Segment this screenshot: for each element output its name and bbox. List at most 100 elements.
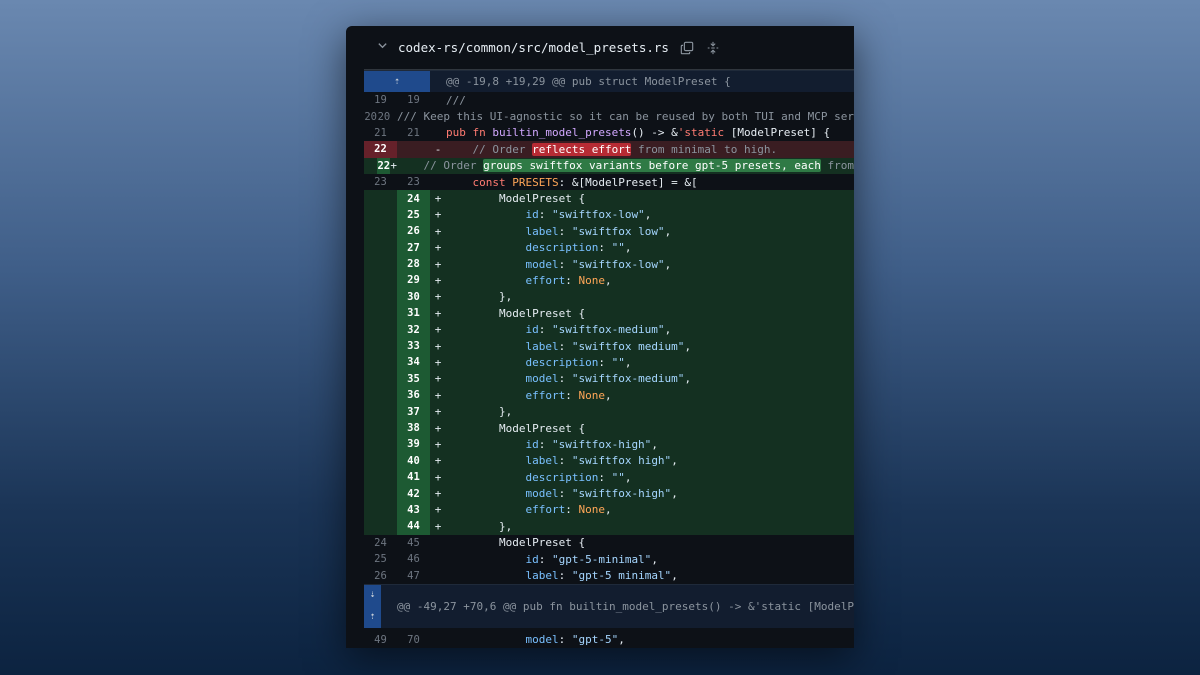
old-line-number[interactable] (364, 452, 397, 469)
expand-down-button[interactable]: ⇣ (364, 585, 381, 607)
code-token: , (624, 355, 632, 369)
new-line-number[interactable]: 36 (397, 387, 430, 404)
old-line-number[interactable] (364, 239, 397, 256)
old-line-number[interactable] (364, 206, 397, 224)
old-line-number[interactable]: 49 (364, 632, 397, 648)
new-line-number[interactable]: 37 (397, 403, 430, 420)
code-token: : (598, 355, 612, 369)
old-line-number[interactable] (364, 468, 397, 486)
diff-line: 22 - // Order reflects effort from minima… (364, 141, 854, 158)
code-token: : (538, 552, 552, 566)
code-token: label (446, 339, 559, 353)
code-token: "swiftfox-medium" (551, 323, 665, 337)
new-line-number[interactable]: 22 (377, 157, 391, 174)
code-text: ModelPreset { (446, 192, 585, 205)
code-token: "gpt-5 minimal" (571, 569, 672, 583)
new-line-number[interactable]: 47 (397, 567, 430, 583)
old-line-number[interactable] (364, 485, 397, 502)
new-line-number[interactable]: 24 (397, 190, 430, 207)
code-token: , (671, 454, 678, 468)
new-line-number[interactable]: 44 (397, 518, 430, 535)
code-text: ModelPreset { (446, 422, 585, 435)
old-line-number[interactable]: 22 (364, 141, 397, 158)
new-line-number[interactable]: 46 (397, 551, 430, 567)
new-line-number[interactable]: 26 (397, 223, 430, 240)
new-line-number[interactable]: 27 (397, 239, 430, 256)
new-line-number[interactable]: 23 (397, 174, 430, 190)
old-line-number[interactable]: 19 (364, 92, 397, 108)
diff-sign: + (434, 290, 442, 304)
new-line-number[interactable]: 33 (397, 337, 430, 355)
code-text: id: "swiftfox-low", (446, 208, 651, 221)
old-line-number[interactable] (364, 387, 397, 404)
new-line-number[interactable]: 31 (397, 305, 430, 322)
diff-line: 21 21 pub fn builtin_model_presets() -> &'… (364, 125, 854, 141)
old-line-number[interactable] (364, 255, 397, 273)
code-token: effort (446, 388, 566, 402)
old-line-number[interactable]: 26 (364, 567, 397, 583)
code-token: /// (446, 93, 466, 107)
new-line-number[interactable]: 28 (397, 255, 430, 273)
old-line-number[interactable] (364, 354, 397, 371)
new-line-number[interactable]: 41 (397, 468, 430, 486)
old-line-number[interactable]: 21 (364, 125, 397, 141)
diff-line: 19 19 /// (364, 92, 854, 108)
old-line-number[interactable]: 24 (364, 535, 397, 551)
old-line-number[interactable]: 23 (364, 174, 397, 190)
new-line-number[interactable]: 43 (397, 501, 430, 519)
code-token: from (820, 159, 854, 173)
code-token: : (538, 208, 552, 222)
old-line-number[interactable]: 20 (364, 108, 377, 124)
old-line-number[interactable]: 25 (364, 551, 397, 567)
old-line-number[interactable] (364, 370, 397, 388)
expand-up-button[interactable]: ⇡ (364, 71, 430, 92)
diff-sign: + (434, 323, 442, 337)
old-line-number[interactable] (364, 288, 397, 306)
unfold-icon[interactable] (705, 40, 721, 56)
new-line-number[interactable]: 30 (397, 288, 430, 306)
code-token: "swiftfox-low" (571, 257, 665, 271)
code-token: label (446, 224, 559, 238)
old-line-number[interactable] (364, 419, 397, 437)
old-line-number[interactable] (364, 337, 397, 355)
diff-sign: + (434, 503, 442, 517)
expand-up-button[interactable]: ⇡ (364, 606, 381, 628)
old-line-number[interactable] (364, 436, 397, 453)
old-line-number[interactable] (364, 272, 397, 289)
old-line-number[interactable] (364, 403, 397, 420)
copy-icon[interactable] (679, 40, 695, 56)
old-line-number[interactable] (364, 190, 397, 207)
new-line-number[interactable]: 45 (397, 535, 430, 551)
new-line-number[interactable]: 40 (397, 452, 430, 469)
expand-up-icon: ⇡ (393, 75, 401, 87)
new-line-number[interactable]: 38 (397, 419, 430, 437)
diff-line: 25 + id: "swiftfox-low", (364, 206, 854, 224)
new-line-number[interactable] (397, 141, 430, 158)
new-line-number[interactable]: 21 (397, 125, 430, 141)
new-line-number[interactable]: 39 (397, 436, 430, 453)
new-line-number[interactable]: 25 (397, 206, 430, 224)
new-line-number[interactable]: 42 (397, 485, 430, 502)
old-line-number[interactable] (364, 518, 397, 535)
chevron-down-icon[interactable] (376, 40, 388, 55)
old-line-number[interactable] (364, 157, 378, 174)
old-line-number[interactable] (364, 321, 397, 338)
diff-line: 49 70 model: "gpt-5", (364, 632, 854, 648)
code-token: id (446, 208, 539, 222)
new-line-number[interactable]: 32 (397, 321, 430, 338)
code-text: /// Keep this UI-agnostic so it can be r… (397, 110, 854, 123)
new-line-number[interactable]: 35 (397, 370, 430, 388)
code-token: : (558, 224, 572, 238)
diff-line: 42 + model: "swiftfox-high", (364, 485, 854, 502)
new-line-number[interactable]: 70 (397, 632, 430, 648)
old-line-number[interactable] (364, 223, 397, 240)
diff-sign: + (434, 421, 442, 435)
old-line-number[interactable] (364, 305, 397, 322)
new-line-number[interactable]: 29 (397, 272, 430, 289)
code-token: pub fn (446, 126, 493, 140)
new-line-number[interactable]: 20 (377, 108, 391, 124)
old-line-number[interactable] (364, 501, 397, 519)
code-token: , (684, 339, 692, 353)
new-line-number[interactable]: 34 (397, 354, 430, 371)
new-line-number[interactable]: 19 (397, 92, 430, 108)
